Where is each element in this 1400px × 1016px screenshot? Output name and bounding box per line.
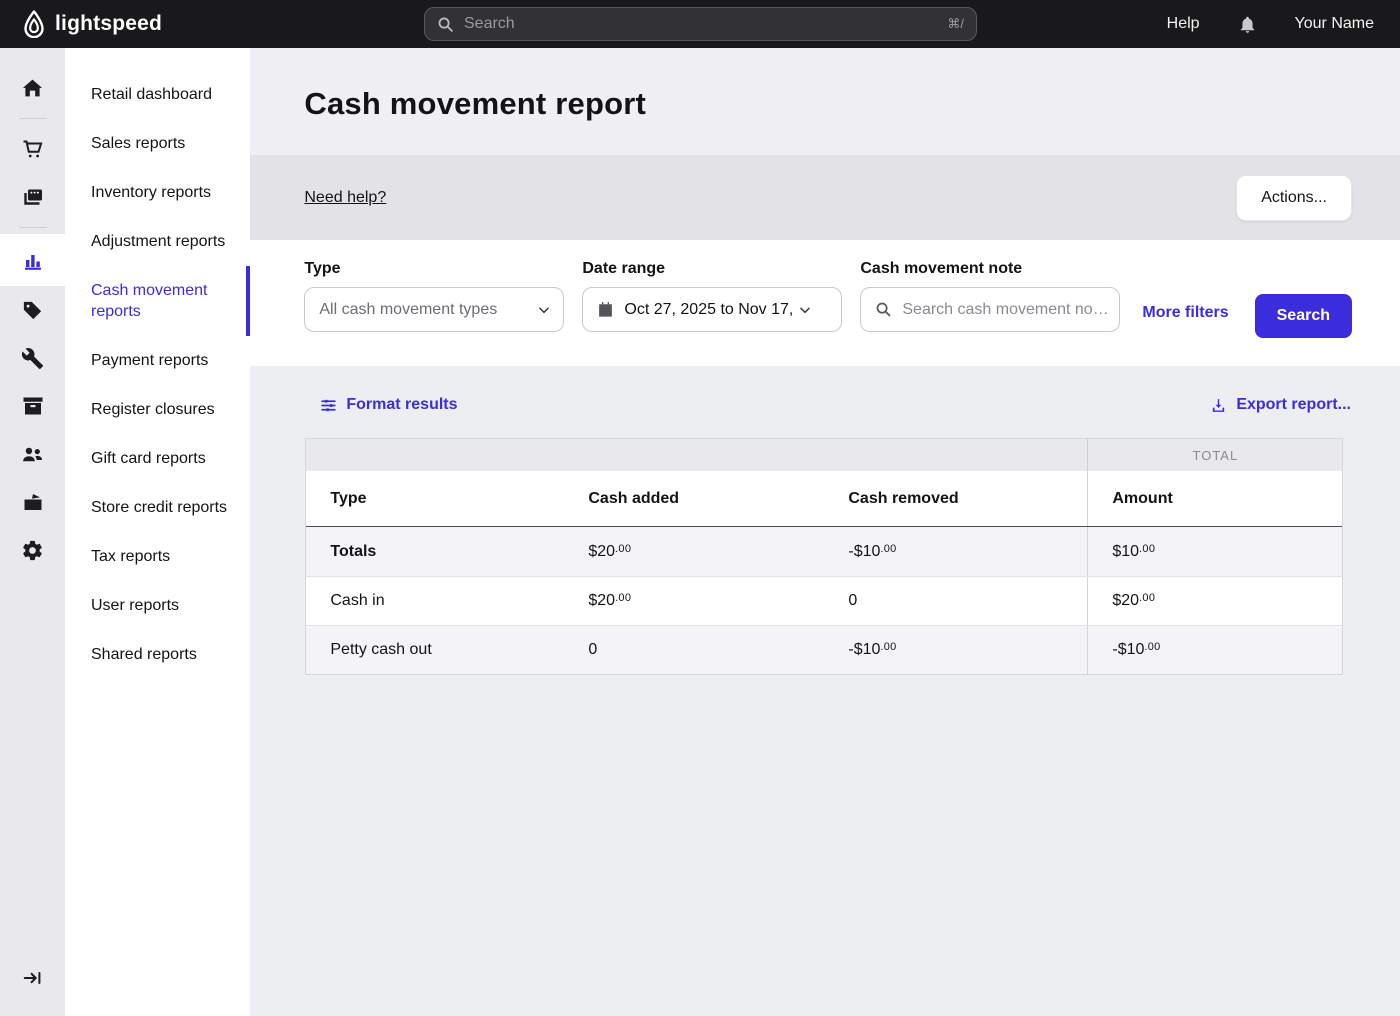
table-row-cash-in: Cash in $20.00 0 $20.00 [306,576,1342,625]
table-row-petty-cash-out: Petty cash out 0 -$10.00 -$10.00 [306,625,1342,674]
topbar: lightspeed ⌘/ Help Your Name [0,0,1400,48]
cell-cash-removed: -$10.00 [824,641,1087,659]
sidebar-item-payment-reports[interactable]: Payment reports [65,336,250,385]
icon-rail [0,48,65,1016]
search-icon [437,16,454,33]
sidebar-item-inventory-reports[interactable]: Inventory reports [65,168,250,217]
help-band: Need help? Actions... [250,155,1400,240]
search-shortcut-hint: ⌘/ [947,16,964,32]
chevron-down-icon [537,303,551,317]
cell-type: Cash in [306,592,564,610]
table-row-totals: Totals $20.00 -$10.00 $10.00 [306,527,1342,576]
lightspeed-flame-icon [22,10,46,38]
type-filter-label: Type [304,260,564,278]
search-button[interactable]: Search [1255,294,1352,338]
nav-reports-chart-icon[interactable] [0,234,65,286]
cell-cash-added: $20.00 [564,592,824,610]
cash-movement-table: TOTAL Type Cash added Cash removed Amoun… [305,438,1343,675]
chevron-down-icon [798,303,812,317]
sidebar-item-register-closures[interactable]: Register closures [65,385,250,434]
search-icon [875,301,892,318]
nav-inventory-box-icon[interactable] [0,382,65,430]
total-band-label: TOTAL [1087,439,1342,471]
sidebar-item-gift-card-reports[interactable]: Gift card reports [65,434,250,483]
cell-type: Petty cash out [306,641,564,659]
nav-home-icon[interactable] [0,64,65,112]
nav-register-icon[interactable] [0,173,65,221]
sidebar-item-shared-reports[interactable]: Shared reports [65,630,250,679]
nav-setup-wrench-icon[interactable] [0,334,65,382]
brand-wordmark: lightspeed [55,12,162,36]
note-filter-label: Cash movement note [860,260,1120,278]
filter-panel: Type All cash movement types Date range [250,240,1400,366]
expand-sidebar-icon[interactable] [0,954,65,1002]
nav-cash-drawer-icon[interactable] [0,478,65,526]
sidebar-item-cash-movement-reports[interactable]: Cash movement reports [65,266,250,336]
date-range-value: Oct 27, 2025 to Nov 17, 2025 [624,301,798,319]
nav-tag-icon[interactable] [0,286,65,334]
reports-sidebar: Retail dashboard Sales reports Inventory… [65,48,250,1016]
user-menu[interactable]: Your Name [1295,15,1374,33]
more-filters-link[interactable]: More filters [1142,304,1228,322]
page-title: Cash movement report [304,86,1400,122]
cell-cash-added: $20.00 [564,543,824,561]
table-total-band: TOTAL [306,439,1342,471]
help-link[interactable]: Help [1167,15,1200,33]
nav-customers-icon[interactable] [0,430,65,478]
lightspeed-logo[interactable]: lightspeed [0,10,162,38]
note-search-input[interactable] [902,301,1109,319]
notifications-bell-icon[interactable] [1238,14,1257,35]
col-header-cash-added: Cash added [564,490,824,508]
table-header-row: Type Cash added Cash removed Amount [306,471,1342,527]
rail-divider [19,118,47,119]
format-sliders-icon [320,397,337,414]
download-icon [1210,397,1227,414]
cell-amount: $20.00 [1088,592,1155,610]
cell-amount: $10.00 [1088,543,1155,561]
format-results-link[interactable]: Format results [320,396,457,414]
actions-button[interactable]: Actions... [1236,175,1352,221]
cell-type: Totals [306,543,564,561]
results-area: Format results Export report... TOTAL [250,366,1400,1016]
col-header-amount: Amount [1088,490,1172,508]
date-range-filter-label: Date range [582,260,842,278]
sidebar-item-store-credit-reports[interactable]: Store credit reports [65,483,250,532]
title-band: Cash movement report [250,48,1400,155]
export-report-link[interactable]: Export report... [1210,396,1351,414]
type-filter-select[interactable]: All cash movement types [304,287,564,332]
col-header-type: Type [306,490,564,508]
cell-cash-removed: -$10.00 [824,543,1087,561]
type-filter-value: All cash movement types [319,301,537,319]
col-header-cash-removed: Cash removed [824,490,1087,508]
sidebar-item-user-reports[interactable]: User reports [65,581,250,630]
sidebar-item-retail-dashboard[interactable]: Retail dashboard [65,70,250,119]
date-range-picker[interactable]: Oct 27, 2025 to Nov 17, 2025 [582,287,842,332]
sidebar-item-sales-reports[interactable]: Sales reports [65,119,250,168]
sidebar-item-adjustment-reports[interactable]: Adjustment reports [65,217,250,266]
note-search-field[interactable] [860,287,1120,332]
cell-cash-removed: 0 [824,592,1087,610]
rail-divider [19,227,47,228]
sidebar-item-tax-reports[interactable]: Tax reports [65,532,250,581]
nav-sales-cart-icon[interactable] [0,125,65,173]
need-help-link[interactable]: Need help? [304,189,386,207]
global-search-input[interactable] [464,15,947,33]
cell-amount: -$10.00 [1088,641,1160,659]
cell-cash-added: 0 [564,641,824,659]
global-search[interactable]: ⌘/ [424,7,977,41]
calendar-icon [597,301,614,318]
nav-settings-gear-icon[interactable] [0,526,65,574]
